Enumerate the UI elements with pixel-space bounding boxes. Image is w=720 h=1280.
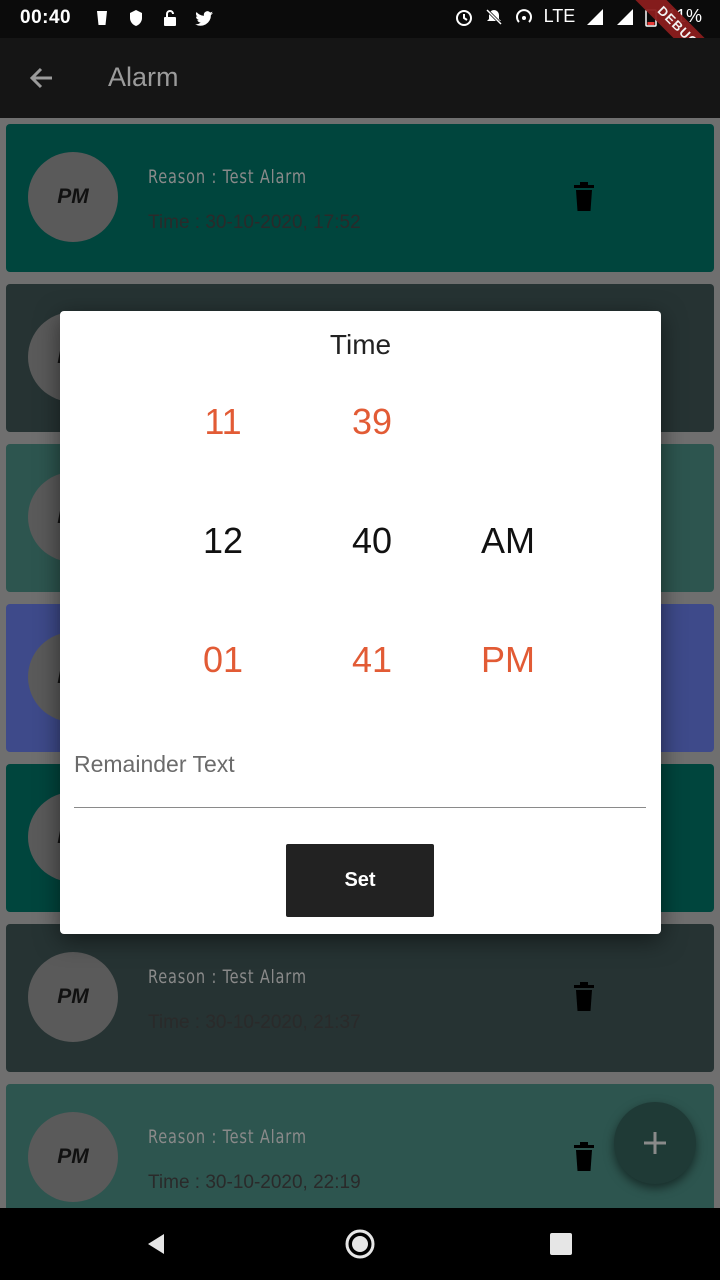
signal-icon [587,8,604,25]
system-nav-bar [0,1208,720,1280]
network-label: LTE [543,6,576,26]
alarm-card[interactable]: PM Reason : Test Alarm Time : 30-10-2020… [6,124,714,272]
input-underline [74,807,646,808]
twitter-icon [195,11,213,26]
plus-icon [644,1132,666,1154]
alarm-time: Time : 30-10-2020, 17:52 [148,212,361,233]
delete-icon[interactable] [572,182,596,212]
nav-home-icon[interactable] [344,1228,376,1260]
signal-no-data-icon [617,8,634,25]
delete-icon[interactable] [572,982,596,1012]
alarm-time: Time : 30-10-2020, 22:19 [148,1172,361,1193]
remainder-input[interactable]: Remainder Text [74,751,235,778]
alarm-period-avatar: PM [28,952,118,1042]
alarm-reason: Reason : Test Alarm [148,966,307,988]
alarm-card[interactable]: PM Reason : Test Alarm Time : 30-10-2020… [6,1084,714,1208]
set-button[interactable]: Set [286,844,434,917]
period-selected[interactable]: AM [458,520,558,562]
shield-icon [130,10,142,26]
alarm-time: Time : 30-10-2020, 21:37 [148,1012,361,1033]
status-time: 00:40 [20,7,72,28]
minute-next[interactable]: 41 [322,639,422,681]
back-arrow-icon[interactable] [24,60,60,96]
hotspot-icon [515,8,532,23]
minute-prev[interactable]: 39 [322,401,422,443]
status-bar: 00:40 LTE 11% DEBUG [0,0,720,92]
nav-recents-icon[interactable] [550,1233,572,1255]
dialog-title: Time [329,329,392,360]
add-alarm-button[interactable] [614,1102,696,1184]
cup-icon [97,11,107,25]
alarm-clock-icon [455,9,472,26]
hour-selected[interactable]: 12 [173,520,273,562]
time-picker-dialog: Time 11 39 12 40 AM 01 41 PM Remainder T… [60,311,661,934]
period-next[interactable]: PM [458,639,558,681]
notification-icons [92,8,214,28]
notifications-off-icon [485,8,502,25]
hour-prev[interactable]: 11 [173,401,273,443]
alarm-period-avatar: PM [28,1112,118,1202]
alarm-card[interactable]: PM Reason : Test Alarm Time : 30-10-2020… [6,924,714,1072]
alarm-reason: Reason : Test Alarm [148,166,307,188]
page-title: Alarm [108,62,179,92]
hour-next[interactable]: 01 [173,639,273,681]
app-bar: Alarm [0,38,720,118]
lock-icon [164,10,176,26]
delete-icon[interactable] [572,1142,596,1172]
alarm-period-avatar: PM [28,152,118,242]
minute-selected[interactable]: 40 [322,520,422,562]
alarm-reason: Reason : Test Alarm [148,1126,307,1148]
nav-back-icon[interactable] [144,1232,168,1256]
